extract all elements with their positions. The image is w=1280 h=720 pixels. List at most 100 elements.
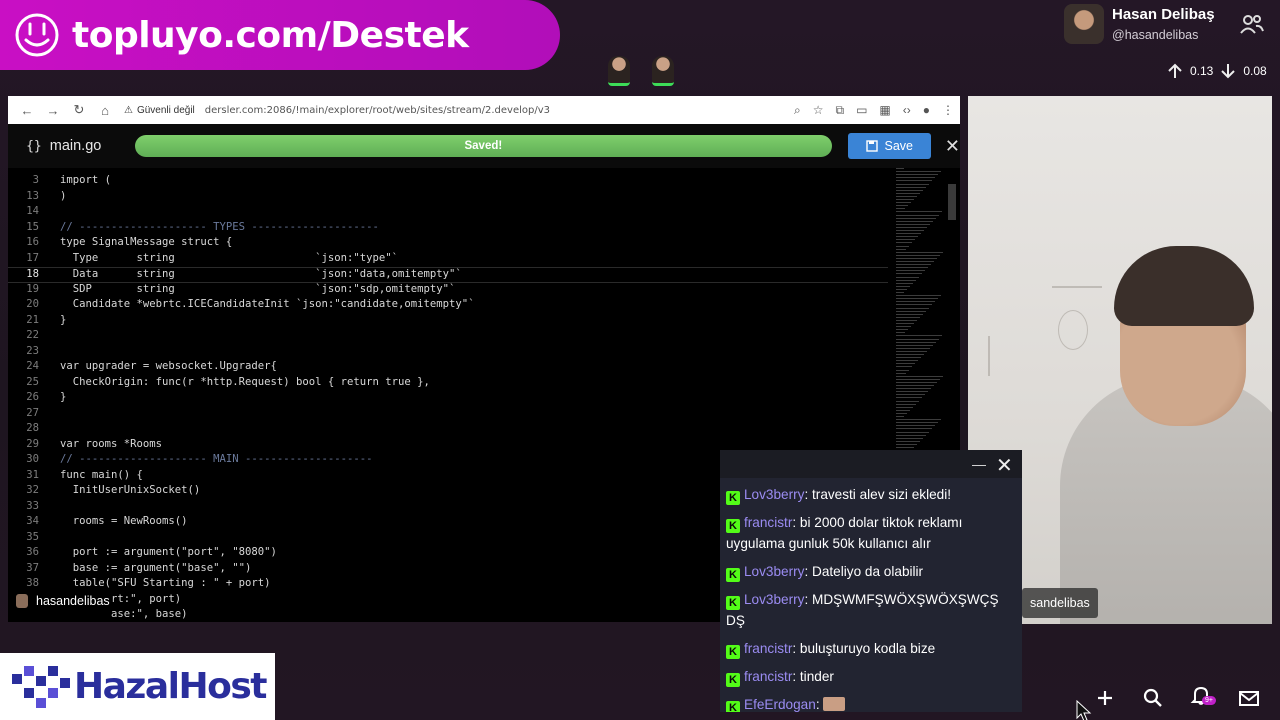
profile-avatar[interactable] (1064, 4, 1104, 44)
minimap-stroke (896, 205, 908, 207)
chat-username[interactable]: francistr (744, 669, 792, 684)
people-icon[interactable] (1240, 14, 1264, 34)
line-number: 29 (26, 437, 39, 450)
code-line[interactable]: 13) (8, 190, 888, 206)
home-icon[interactable]: ⌂ (92, 103, 118, 118)
minimap-stroke (896, 329, 908, 331)
minimap-stroke (896, 261, 934, 262)
line-number: 15 (26, 220, 39, 233)
minimap-stroke (896, 313, 923, 315)
minimap-stroke (896, 372, 906, 374)
bottom-toolbar: 9+ (1094, 684, 1260, 711)
minimize-icon[interactable]: — (972, 456, 986, 472)
hazalhost-mark-icon (12, 665, 70, 708)
code-line[interactable]: 27 (8, 407, 888, 423)
mouse-cursor-icon (1076, 700, 1092, 720)
minimap-stroke (896, 378, 940, 380)
arrow-down-icon (1221, 64, 1236, 79)
webcam-name: sandelibas (1030, 596, 1090, 610)
mail-icon[interactable] (1238, 687, 1260, 709)
code-line[interactable]: 28 (8, 422, 888, 438)
profile-icon[interactable]: ● (923, 103, 930, 118)
save-button[interactable]: Save (847, 133, 931, 159)
line-number: 34 (26, 515, 39, 527)
chat-username[interactable]: EfeErdogan (744, 697, 816, 712)
minimap-stroke (896, 443, 917, 445)
chat-username[interactable]: Lov3berry (744, 592, 804, 607)
chat-message: K Lov3berry: MDŞWMFŞWÖXŞWÖXŞWÇŞ DŞ (726, 589, 1016, 631)
notifications-button[interactable]: 9+ (1190, 684, 1216, 711)
code-line[interactable]: 21} (8, 314, 888, 330)
extensions-icon[interactable]: ⧉ (835, 103, 844, 118)
minimap-stroke (896, 391, 928, 393)
line-code: CheckOrigin: func(r *http.Request) bool … (60, 375, 430, 388)
minimap-stroke (896, 335, 942, 337)
code-line[interactable]: 23 (8, 345, 888, 361)
sponsor-logo: HazalHost (0, 653, 275, 720)
save-status-text: Saved! (464, 140, 503, 152)
chat-username[interactable]: Lov3berry (744, 487, 804, 502)
security-indicator[interactable]: ⚠ Güvenli değil (124, 105, 195, 116)
editor-scrollbar[interactable] (948, 184, 956, 220)
line-number: 22 (26, 329, 39, 341)
line-number: 31 (26, 468, 39, 481)
url-input[interactable]: dersler.com:2086/!main/explorer/root/web… (205, 105, 550, 116)
line-number: 23 (26, 344, 39, 357)
apps-icon[interactable]: ▦ (879, 103, 890, 118)
code-line[interactable]: 3 import ( (8, 174, 888, 190)
chat-username[interactable]: francistr (744, 641, 792, 656)
code-line[interactable]: 25 CheckOrigin: func(r *http.Request) bo… (8, 376, 888, 392)
kick-badge-icon: K (726, 568, 740, 582)
zoom-icon[interactable]: ⌕ (794, 103, 801, 118)
reload-icon[interactable]: ↻ (66, 102, 92, 118)
line-number: 38 (26, 577, 39, 589)
sponsor-text: HazalHost (74, 666, 268, 707)
back-icon[interactable]: ← (14, 103, 40, 118)
minimap-stroke (896, 366, 912, 368)
minimap-stroke (896, 242, 912, 244)
code-line[interactable]: 24 var upgrader = websocket.Upgrader{ (8, 360, 888, 376)
streamer-avatar (16, 594, 28, 608)
code-line[interactable]: 20 Candidate *webrtc.ICECandidateInit `j… (8, 298, 888, 314)
star-icon[interactable]: ☆ (813, 103, 824, 118)
editor-toolbar: {} main.go Saved! Save ✕ (8, 124, 960, 168)
code-line[interactable]: 17 Type string `json:"type"` (8, 252, 888, 268)
code-line[interactable]: 16 type SignalMessage struct { (8, 236, 888, 252)
close-icon[interactable]: ✕ (945, 136, 960, 157)
code-line[interactable]: 14 (8, 205, 888, 221)
line-code: base := argument("base", "") (60, 561, 252, 574)
kick-badge-icon: K (726, 701, 740, 712)
floppy-icon (865, 140, 878, 152)
minimap-stroke (896, 217, 936, 219)
line-number: 17 (26, 251, 39, 264)
minimap-stroke (896, 301, 935, 303)
minimap-stroke (896, 199, 914, 200)
minimap-stroke (896, 388, 931, 390)
line-number: 30 (26, 453, 39, 465)
code-line[interactable]: 19 SDP string `json:"sdp,omitempty"` (8, 283, 888, 299)
chat-username[interactable]: francistr (744, 515, 792, 530)
code-line[interactable]: 22 (8, 329, 888, 345)
minimap-stroke (896, 295, 941, 297)
code-line[interactable]: 15 // -------------------- TYPES --------… (8, 221, 888, 237)
sidebar-icon[interactable]: ▭ (856, 103, 867, 118)
profile-handle: @hasandelibas (1112, 28, 1199, 42)
code-line[interactable]: 18 Data string `json:"data,omitempty"` (8, 267, 888, 283)
chat-separator: : (792, 641, 800, 656)
line-number: 36 (26, 546, 39, 558)
chat-username[interactable]: Lov3berry (744, 564, 804, 579)
menu-icon[interactable]: ⋮ (942, 103, 954, 118)
minimap-stroke (896, 251, 943, 253)
minimap-stroke (896, 316, 920, 318)
minimap-stroke (896, 428, 932, 430)
line-number: 25 (26, 375, 39, 388)
minimap-stroke (896, 437, 923, 439)
minimap-stroke (896, 360, 918, 362)
search-icon[interactable] (1142, 687, 1164, 709)
forward-icon[interactable]: → (40, 103, 66, 118)
minimap-stroke (896, 431, 929, 433)
close-icon[interactable]: ✕ (996, 453, 1013, 478)
code-line[interactable]: 26} (8, 391, 888, 407)
plus-icon[interactable] (1094, 687, 1116, 709)
devtools-icon[interactable]: ‹› (903, 103, 911, 118)
